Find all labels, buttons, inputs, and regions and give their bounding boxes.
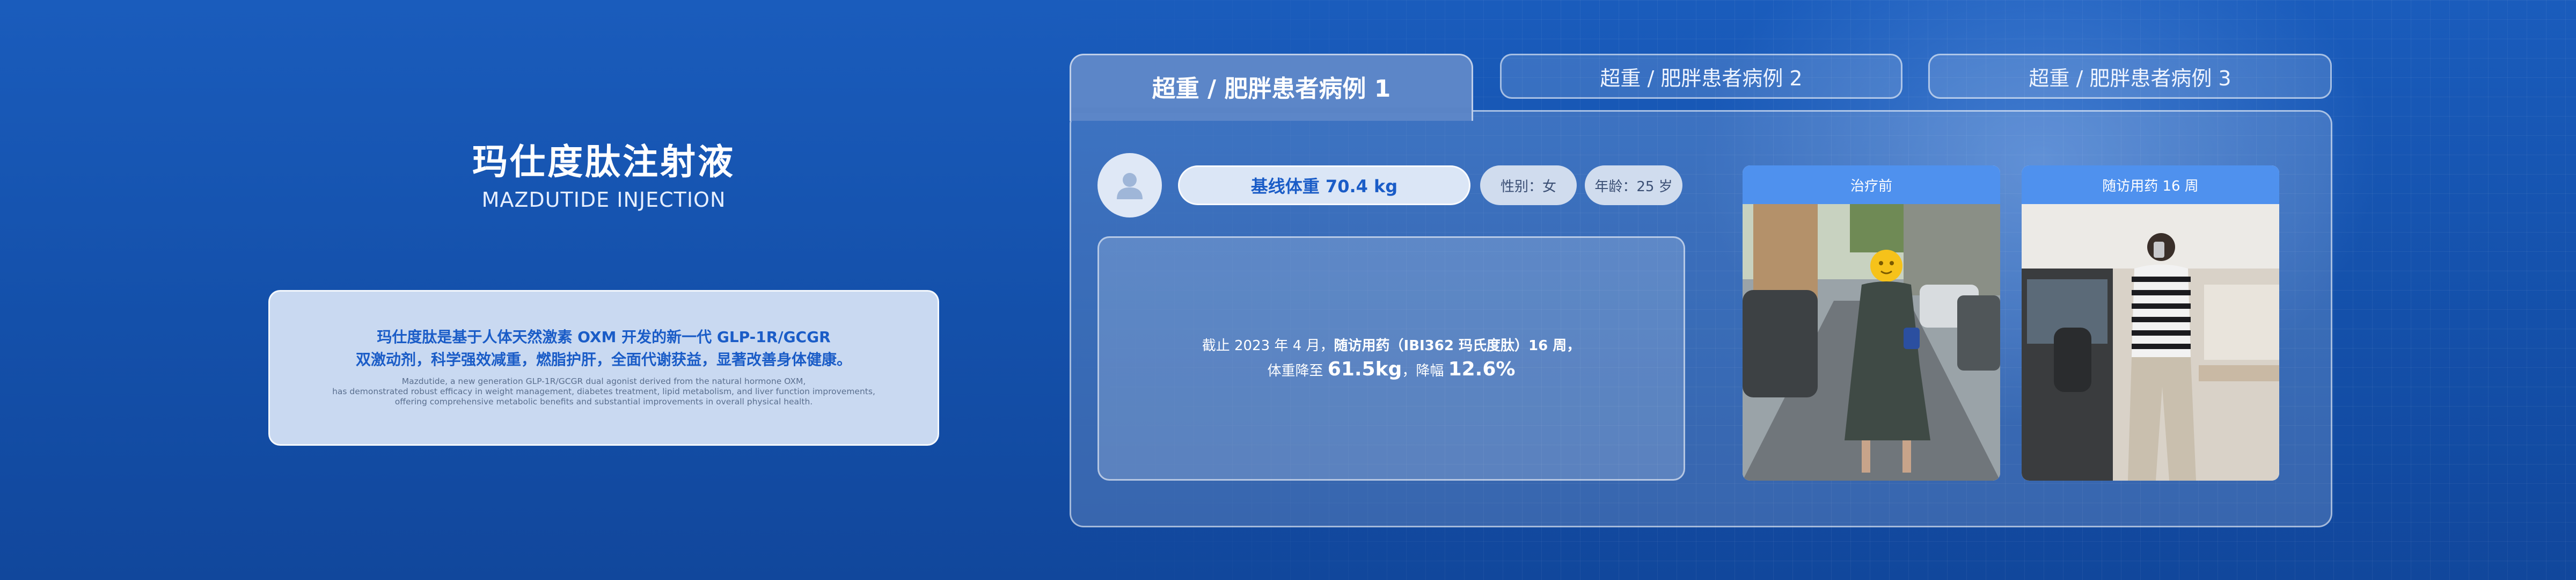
- tab-case-2[interactable]: 超重 / 肥胖患者病例 2: [1500, 54, 1902, 99]
- product-title: 玛仕度肽注射液: [472, 141, 735, 183]
- age-badge: 年龄：25 岁: [1585, 165, 1682, 205]
- description-en: Mazdutide, a new generation GLP-1R/GCGR …: [270, 376, 938, 407]
- gender-badge: 性别：女: [1480, 165, 1577, 205]
- description-en-line: offering comprehensive metabolic benefit…: [394, 397, 813, 407]
- before-photo-card: 治疗前: [1743, 165, 2000, 481]
- product-description-card: 玛仕度肽是基于人体天然激素 OXM 开发的新一代 GLP-1R/GCGR 双激动…: [268, 290, 939, 446]
- product-subtitle: MAZDUTIDE INJECTION: [481, 188, 726, 212]
- result-line-2: 体重降至 61.5kg，降幅 12.6%: [1268, 358, 1516, 383]
- tab-case-3[interactable]: 超重 / 肥胖患者病例 3: [1928, 54, 2332, 99]
- description-en-line: Mazdutide, a new generation GLP-1R/GCGR …: [401, 376, 806, 386]
- description-en-line: has demonstrated robust efficacy in weig…: [332, 387, 875, 396]
- before-photo: [1743, 204, 2000, 481]
- tab-joint: [1071, 107, 1472, 113]
- result-text: 体重降至: [1267, 363, 1328, 379]
- result-line-1: 截止 2023 年 4 月，随访用药（IBI362 玛氏度肽）16 周，: [1202, 334, 1581, 358]
- user-icon: [1097, 153, 1162, 218]
- result-percent: 12.6%: [1448, 358, 1516, 380]
- case-result-card: 截止 2023 年 4 月，随访用药（IBI362 玛氏度肽）16 周， 体重降…: [1097, 236, 1685, 481]
- before-photo-label: 治疗前: [1743, 165, 2000, 204]
- result-treatment: 随访用药（IBI362 玛氏度肽）16 周，: [1334, 338, 1581, 354]
- result-date: 截止 2023 年 4 月，: [1202, 338, 1334, 354]
- description-zh: 玛仕度肽是基于人体天然激素 OXM 开发的新一代 GLP-1R/GCGR 双激动…: [270, 326, 938, 371]
- baseline-weight-badge: 基线体重 70.4 kg: [1178, 165, 1470, 205]
- description-zh-line: 玛仕度肽是基于人体天然激素 OXM 开发的新一代 GLP-1R/GCGR: [377, 328, 831, 346]
- after-photo-card: 随访用药 16 周: [2022, 165, 2279, 481]
- after-photo: [2022, 204, 2279, 481]
- result-weight: 61.5kg: [1327, 358, 1402, 380]
- result-text: ，降幅: [1402, 363, 1448, 379]
- after-photo-label: 随访用药 16 周: [2022, 165, 2279, 204]
- description-zh-line: 双激动剂，科学强效减重，燃脂护肝，全面代谢获益，显著改善身体健康。: [355, 351, 852, 368]
